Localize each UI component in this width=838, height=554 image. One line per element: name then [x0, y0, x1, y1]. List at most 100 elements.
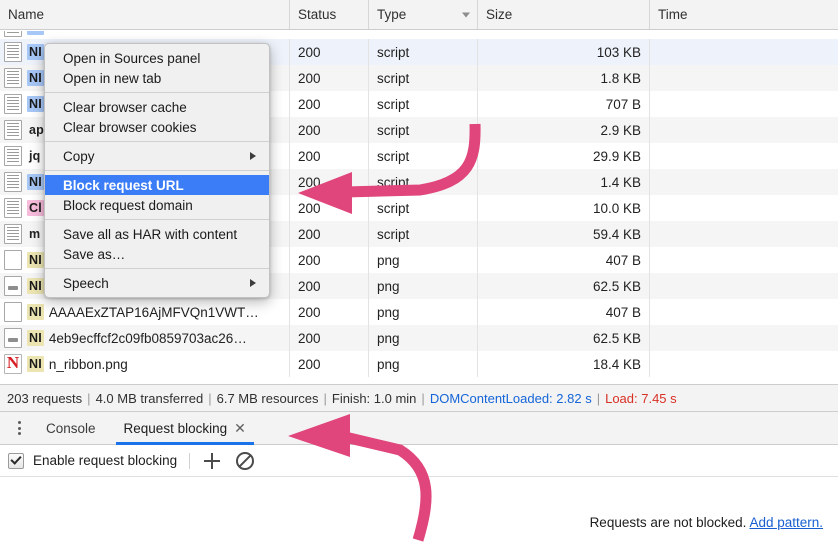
cell-status: 200 [290, 299, 369, 325]
cell-name: NI AAAAExZTAP16AjMFVQn1VWT… [0, 299, 290, 325]
cell-type-value: script [377, 227, 409, 242]
cell-type-value: script [377, 71, 409, 86]
document-icon [4, 31, 22, 37]
cell-status-value: 200 [298, 253, 321, 268]
initiator-badge: jq [27, 148, 43, 164]
table-row[interactable]: NIn_ribbon.png200png18.4 KB [0, 351, 838, 377]
summary-requests: 203 requests [7, 391, 82, 406]
enable-request-blocking-checkbox[interactable] [8, 453, 24, 469]
cell-time [650, 117, 838, 143]
document-icon [4, 224, 22, 244]
add-pattern-link[interactable]: Add pattern. [749, 515, 823, 530]
initiator-badge: NI [27, 174, 44, 190]
initiator-badge: NI [27, 304, 44, 320]
cell-type-value: png [377, 357, 400, 372]
cell-type: png [369, 247, 478, 273]
table-row[interactable]: NIAAAAExZTAP16AjMFVQn1VWT…200png407 B [0, 299, 838, 325]
menu-item-label: Open in new tab [63, 71, 161, 86]
column-header-type[interactable]: Type [369, 0, 478, 29]
request-file-name: 4eb9ecffcf2c09fb0859703ac26… [49, 331, 247, 346]
block-icon[interactable] [236, 452, 254, 470]
cell-status: 200 [290, 117, 369, 143]
summary-resources: 6.7 MB resources [217, 391, 319, 406]
cell-size-value: 18.4 KB [593, 357, 641, 372]
kebab-dot [18, 432, 21, 435]
plus-icon[interactable] [202, 451, 222, 471]
column-header-name[interactable]: Name [0, 0, 290, 29]
cell-type: script [369, 143, 478, 169]
cell-time [650, 247, 838, 273]
cell-time [650, 169, 838, 195]
summary-finish: Finish: 1.0 min [332, 391, 417, 406]
close-icon[interactable]: ✕ [234, 421, 246, 435]
request-file-name: AAAAExZTAP16AjMFVQn1VWT… [49, 305, 259, 320]
request-context-menu[interactable]: Open in Sources panel Open in new tab Clea… [44, 43, 270, 298]
tab-console[interactable]: Console [32, 412, 110, 445]
cell-status: 200 [290, 91, 369, 117]
summary-separator-1: | [87, 391, 90, 406]
cell-size: 29.9 KB [478, 143, 650, 169]
cell-status: 200 [290, 65, 369, 91]
menu-item[interactable]: Block request domain [45, 195, 269, 215]
cell-status: 200 [290, 325, 369, 351]
initiator-badge: NI [27, 330, 44, 346]
initiator-badge: NI [27, 70, 44, 86]
menu-item[interactable]: Speech [45, 273, 269, 293]
image-icon [4, 276, 22, 296]
menu-item[interactable]: Clear browser cookies [45, 117, 269, 137]
menu-item[interactable]: Copy [45, 146, 269, 166]
table-header-row: Name Status Type Size Time [0, 0, 838, 30]
cell-status-value: 200 [298, 279, 321, 294]
cell-type: png [369, 325, 478, 351]
cell-size: 62.5 KB [478, 325, 650, 351]
cell-size: 10.0 KB [478, 195, 650, 221]
cell-size-value: 1.4 KB [600, 175, 641, 190]
image-icon [4, 328, 22, 348]
cell-status-value: 200 [298, 149, 321, 164]
summary-separator-3: | [323, 391, 326, 406]
summary-dom-content-loaded: DOMContentLoaded: 2.82 s [430, 391, 592, 406]
menu-item-label: Open in Sources panel [63, 51, 200, 66]
cell-time [650, 351, 838, 377]
devtools-drawer: Console Request blocking ✕ Enable reques… [0, 412, 838, 554]
column-header-type-label: Type [377, 7, 406, 22]
column-header-time[interactable]: Time [650, 0, 838, 29]
kebab-dot [18, 421, 21, 424]
cell-type: script [369, 91, 478, 117]
tab-request-blocking[interactable]: Request blocking ✕ [110, 412, 260, 445]
initiator-badge: NI [27, 278, 44, 294]
column-header-status[interactable]: Status [290, 0, 369, 29]
cell-time [650, 221, 838, 247]
menu-item[interactable]: Block request URL [45, 175, 269, 195]
document-icon [4, 146, 22, 166]
menu-item-label: Save all as HAR with content [63, 227, 237, 242]
more-options-icon[interactable] [6, 412, 32, 445]
summary-transferred: 4.0 MB transferred [96, 391, 204, 406]
document-icon [4, 172, 22, 192]
cell-type-value: script [377, 45, 409, 60]
document-icon [4, 68, 22, 88]
empty-state-message: Requests are not blocked. Add pattern. [590, 515, 823, 530]
menu-item[interactable]: Save all as HAR with content [45, 224, 269, 244]
table-row[interactable]: NI 4eb9ecffcf2c09fb0859703ac26… 200png62.5… [0, 325, 838, 351]
cell-status: 200 [290, 169, 369, 195]
menu-item[interactable]: Clear browser cache [45, 97, 269, 117]
menu-item-label: Clear browser cache [63, 100, 187, 115]
request-blocking-toolbar: Enable request blocking [0, 445, 838, 477]
cell-status-value: 200 [298, 357, 321, 372]
document-icon [4, 42, 22, 62]
column-header-size[interactable]: Size [478, 0, 650, 29]
enable-request-blocking-label[interactable]: Enable request blocking [33, 453, 177, 468]
cell-time [650, 39, 838, 65]
blank-icon [4, 302, 22, 322]
menu-item[interactable]: Open in Sources panel [45, 48, 269, 68]
blank-icon [4, 250, 22, 270]
menu-item[interactable]: Open in new tab [45, 68, 269, 88]
menu-item-label: Block request domain [63, 198, 193, 213]
cell-type-value: script [377, 201, 409, 216]
cell-status: 200 [290, 143, 369, 169]
empty-state-text: Requests are not blocked. [590, 515, 747, 530]
cell-type: png [369, 351, 478, 377]
cell-time [650, 91, 838, 117]
menu-item[interactable]: Save as… [45, 244, 269, 264]
